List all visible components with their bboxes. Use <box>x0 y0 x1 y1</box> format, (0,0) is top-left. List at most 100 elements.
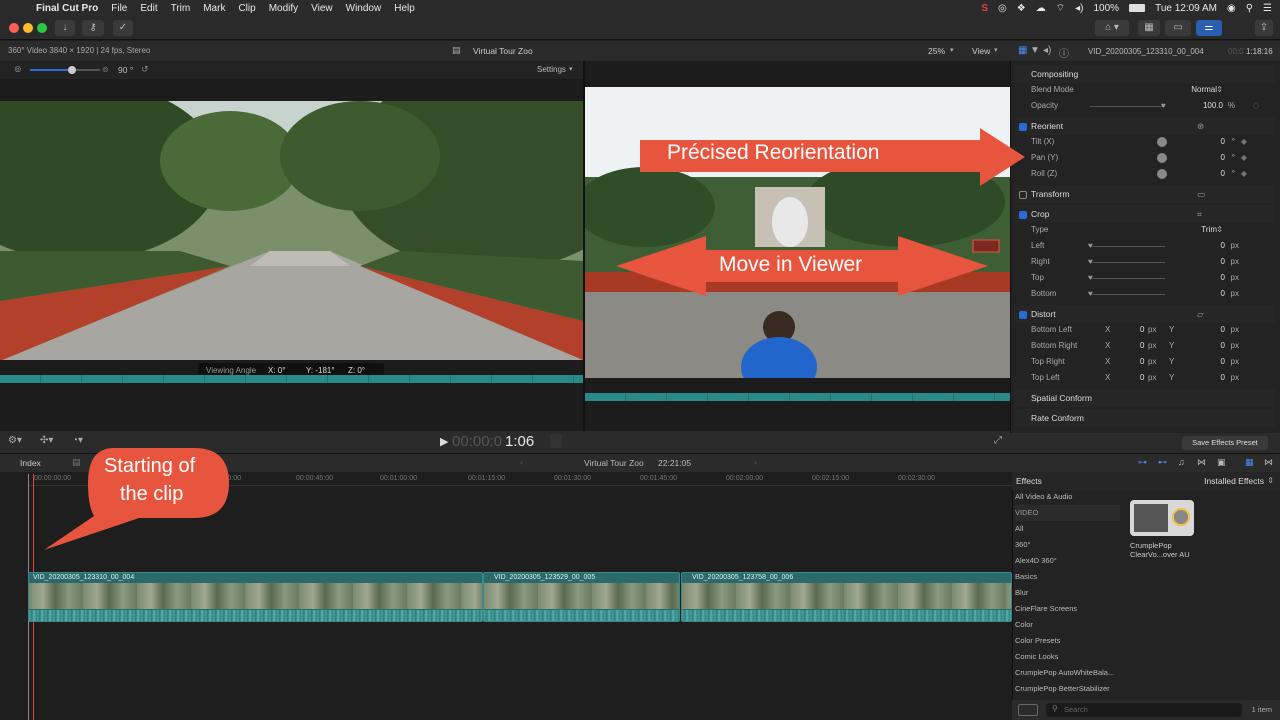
top-left-y-value[interactable]: 0 <box>1221 370 1225 386</box>
reset-angle-icon[interactable]: ↺ <box>141 64 149 75</box>
info-inspector-icon[interactable]: ⓘ <box>1059 45 1069 60</box>
crop-onscreen-icon[interactable]: ⌗ <box>1197 205 1202 223</box>
installed-effects-dropdown[interactable]: Installed Effects <box>1204 476 1264 486</box>
distort-checkbox[interactable] <box>1019 310 1027 319</box>
angle-value[interactable]: 90 ° <box>118 65 133 75</box>
effects-category-item[interactable]: VIDEO <box>1015 505 1120 521</box>
distort-onscreen-icon[interactable]: ▱ <box>1197 305 1204 323</box>
play-icon[interactable]: ▶ <box>440 435 448 448</box>
timeline-index-button[interactable]: Index <box>20 458 41 468</box>
roll-value[interactable]: 0 <box>1221 166 1225 182</box>
keyword-icon[interactable]: ⚷ <box>82 20 104 36</box>
blend-mode-dropdown[interactable]: Normal <box>1191 82 1217 98</box>
timeline-clip-3[interactable]: VID_20200305_123758_00_006 <box>681 572 1012 622</box>
bottom-left-x-value[interactable]: 0 <box>1140 322 1144 338</box>
crop-left-value[interactable]: 0 <box>1221 238 1225 254</box>
spotlight-icon[interactable]: ⚲ <box>1246 3 1253 14</box>
menu-help[interactable]: Help <box>394 3 415 14</box>
clock[interactable]: Tue 12:09 AM <box>1155 3 1217 14</box>
effects-category-item[interactable]: Color Presets <box>1015 633 1120 649</box>
clip-appearance-toggle-icon[interactable]: ▣ <box>1217 457 1226 468</box>
crop-top-slider[interactable] <box>1090 278 1165 279</box>
crop-section[interactable]: Crop ⌗ <box>1015 205 1275 223</box>
snapping-icon[interactable]: ⋈ <box>1197 457 1206 468</box>
zoom-level-dropdown[interactable]: 25% <box>928 46 945 56</box>
share-icon[interactable]: ⇪ <box>1255 20 1273 36</box>
keyframe-icon[interactable]: ◇ <box>1253 98 1259 114</box>
transitions-browser-icon[interactable]: ⋈ <box>1264 457 1273 468</box>
timecode[interactable]: 1:06 <box>505 433 534 450</box>
settings-dropdown[interactable]: Settings <box>537 65 566 74</box>
zoom-window-button[interactable] <box>37 23 47 33</box>
effects-category-item[interactable]: 360° <box>1015 537 1120 553</box>
menu-file[interactable]: File <box>111 3 127 14</box>
inspector-toggle-icon[interactable]: ⚌ <box>1196 20 1222 36</box>
minimize-window-button[interactable] <box>23 23 33 33</box>
menu-view[interactable]: View <box>311 3 333 14</box>
keyframe-icon[interactable]: ◆ <box>1241 166 1247 182</box>
audio-inspector-icon[interactable]: ◂) <box>1043 45 1051 56</box>
right-viewer-scrub-bar[interactable] <box>585 393 1010 401</box>
top-left-x-value[interactable]: 0 <box>1140 370 1144 386</box>
effects-category-item[interactable]: Blur <box>1015 585 1120 601</box>
crop-bottom-slider[interactable] <box>1090 294 1165 295</box>
menu-window[interactable]: Window <box>346 3 382 14</box>
pan-dial[interactable] <box>1157 153 1167 163</box>
close-window-button[interactable] <box>9 23 19 33</box>
view-options-icon[interactable]: ⚙▾ <box>8 435 22 446</box>
timeline-toggle-icon[interactable]: ▭ <box>1165 20 1191 36</box>
effects-search-input[interactable]: ⚲ Search <box>1046 703 1242 717</box>
opacity-value[interactable]: 100.0 <box>1203 98 1223 114</box>
effects-category-item[interactable]: Color <box>1015 617 1120 633</box>
audio-skimming-icon[interactable]: ⊷ <box>1158 457 1167 468</box>
timeline-clip-2[interactable]: VID_20200305_123529_00_005 <box>483 572 680 622</box>
left-viewer-scrub-bar[interactable] <box>0 375 583 383</box>
effects-category-item[interactable]: Comic Looks <box>1015 649 1120 665</box>
spatial-conform-section[interactable]: Spatial Conform <box>1015 389 1275 407</box>
compositing-section[interactable]: Compositing <box>1015 65 1275 83</box>
volume-icon[interactable]: ◂) <box>1075 3 1083 14</box>
transform-tools-icon[interactable]: ✣▾ <box>40 435 53 446</box>
back-arrow-icon[interactable]: ‹ <box>520 457 523 467</box>
transform-section[interactable]: Transform ▭ <box>1015 185 1275 203</box>
headphones-icon[interactable]: ♫ <box>1178 457 1185 467</box>
user-icon[interactable]: ◉ <box>1227 3 1236 14</box>
effects-category-item[interactable]: CineFlare Screens <box>1015 601 1120 617</box>
s-app-icon[interactable]: S <box>981 3 988 14</box>
effects-browser-icon[interactable]: ▦ <box>1245 457 1254 468</box>
effects-category-item[interactable]: All <box>1015 521 1120 537</box>
keyword-collection-icon[interactable]: ⌂ ▾ <box>1095 20 1129 36</box>
bottom-right-x-value[interactable]: 0 <box>1140 338 1144 354</box>
reorient-section[interactable]: Reorient ⊛ <box>1015 117 1275 135</box>
crumplepop-effect-thumbnail[interactable] <box>1130 500 1194 536</box>
timeline-clip-1[interactable]: VID_20200305_123310_00_004 <box>28 572 483 622</box>
save-effects-preset-button[interactable]: Save Effects Preset <box>1182 436 1268 450</box>
crop-left-slider[interactable] <box>1090 246 1165 247</box>
skimming-icon[interactable]: ⊶ <box>1138 457 1147 468</box>
effects-category-item[interactable]: Alex4D 360° <box>1015 553 1120 569</box>
roll-dial[interactable] <box>1157 169 1167 179</box>
tilt-value[interactable]: 0 <box>1221 134 1225 150</box>
menu-trim[interactable]: Trim <box>171 3 191 14</box>
browser-toggle-icon[interactable]: ▦ <box>1138 20 1160 36</box>
menu-edit[interactable]: Edit <box>140 3 157 14</box>
distort-section[interactable]: Distort ▱ <box>1015 305 1275 323</box>
crop-checkbox[interactable] <box>1019 210 1027 219</box>
menu-modify[interactable]: Modify <box>269 3 298 14</box>
pan-value[interactable]: 0 <box>1221 150 1225 166</box>
sidebar-toggle-icon[interactable] <box>1018 704 1038 716</box>
bottom-right-y-value[interactable]: 0 <box>1221 338 1225 354</box>
effects-category-item[interactable]: CrumplePop BetterStabilizer <box>1015 681 1120 697</box>
battery-text[interactable]: 100% <box>1094 3 1120 14</box>
control-center-icon[interactable]: ☰ <box>1263 3 1272 14</box>
top-right-x-value[interactable]: 0 <box>1140 354 1144 370</box>
menu-clip[interactable]: Clip <box>238 3 255 14</box>
dropbox-icon[interactable]: ❖ <box>1017 3 1026 14</box>
speed-icon[interactable]: ◔▾ <box>72 435 83 446</box>
effects-category-item[interactable]: Basics <box>1015 569 1120 585</box>
crop-type-dropdown[interactable]: Trim <box>1201 222 1217 238</box>
background-tasks-icon[interactable]: ✓ <box>113 20 133 36</box>
360-viewer-frame[interactable] <box>0 101 583 360</box>
crop-right-value[interactable]: 0 <box>1221 254 1225 270</box>
reorient-onscreen-icon[interactable]: ⊛ <box>1197 117 1204 135</box>
